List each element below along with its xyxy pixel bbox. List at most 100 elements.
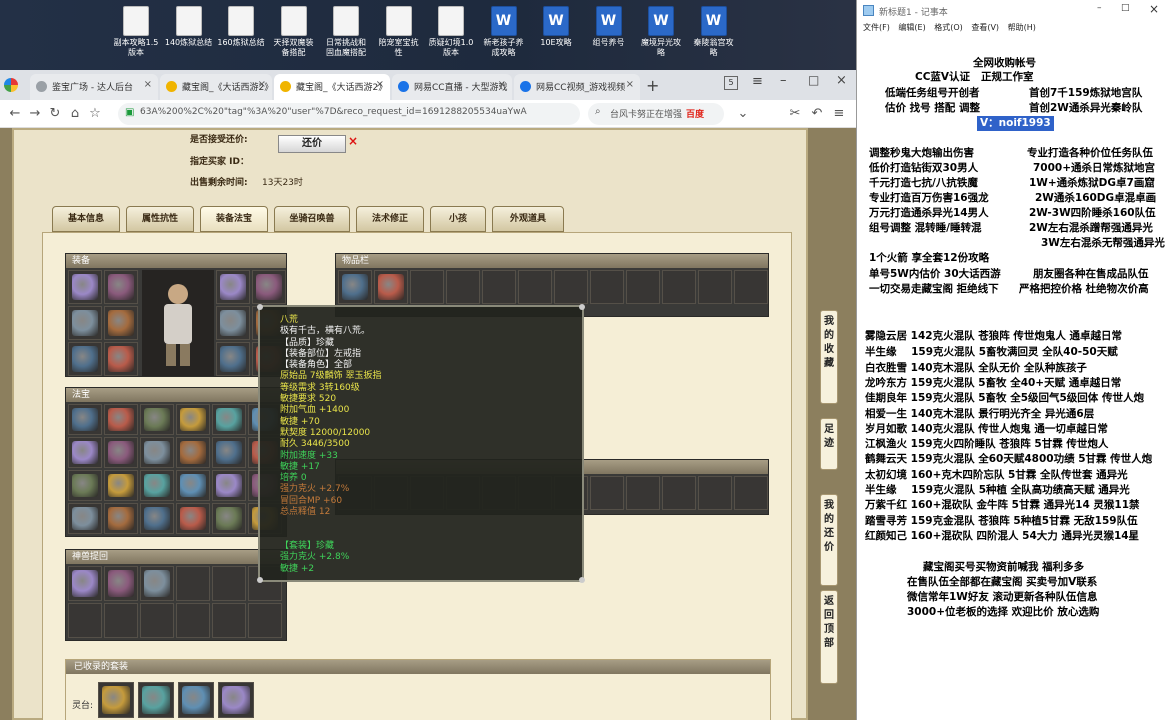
inventory-slot[interactable] [374,270,408,304]
storage-slot[interactable] [734,476,768,510]
notepad-menu-item[interactable]: 查看(V) [971,23,1007,32]
inventory-slot[interactable] [590,270,624,304]
artifact-slot[interactable] [248,603,282,638]
desktop-icon[interactable]: W 魔境异光攻略 [633,6,689,58]
storage-slot[interactable] [626,476,660,510]
tab-count-badge[interactable]: 5 [724,76,738,90]
back-icon[interactable]: ← [6,105,24,123]
magic-slot[interactable] [212,470,246,501]
star-icon[interactable]: ☆ [86,105,104,123]
close-icon[interactable]: × [498,79,506,90]
footprint-button[interactable]: 足迹 [820,418,838,470]
equipment-slot[interactable] [216,270,250,304]
artifact-slot[interactable] [176,603,210,638]
desktop-icon[interactable]: W 新老孩子养 成攻略 [476,6,532,58]
desktop-icon[interactable]: 天择双魔装 备搭配 [266,6,322,58]
notepad-text-area[interactable]: 全网收购帐号 CC蓝V认证 正规工作室 低端任务组号开创者 首创7千159炼狱地宫队估… [857,36,1174,720]
tab-equipment[interactable]: 装备法宝 [200,206,268,232]
equipment-slot[interactable] [68,342,102,376]
inventory-slot[interactable] [410,270,444,304]
tab-5[interactable]: 网易CC视频_游戏视频 × [514,74,640,100]
return-offer-button[interactable]: 还价 [278,135,346,153]
tab-attributes[interactable]: 属性抗性 [126,206,194,232]
desktop-icon[interactable]: W 秦陵翁宫攻略 [686,6,742,58]
inventory-slot[interactable] [554,270,588,304]
home-icon[interactable]: ⌂ [66,105,84,123]
browser-logo-icon[interactable] [4,78,18,92]
tab-appearance[interactable]: 外观道具 [492,206,564,232]
inventory-slot[interactable] [662,270,696,304]
magic-slot[interactable] [104,404,138,435]
set-slot[interactable] [218,682,254,718]
tab-2[interactable]: 藏宝阁_《大话西游2》 × [160,74,272,100]
artifact-slot[interactable] [68,566,102,601]
close-icon[interactable]: × [376,79,384,90]
artifact-slot[interactable] [68,603,102,638]
storage-slot[interactable] [590,476,624,510]
desktop-icon[interactable]: W 10E攻略 [528,6,584,48]
artifact-slot[interactable] [212,603,246,638]
magic-slot[interactable] [104,470,138,501]
magic-slot[interactable] [212,404,246,435]
equipment-slot[interactable] [252,270,286,304]
inventory-slot[interactable] [626,270,660,304]
tab-mounts[interactable]: 坐骑召唤兽 [274,206,350,232]
magic-slot[interactable] [140,470,174,501]
tab-child[interactable]: 小孩 [430,206,486,232]
set-slot[interactable] [138,682,174,718]
undo-icon[interactable]: ↶ [808,105,826,123]
magic-slot[interactable] [176,503,210,534]
desktop-icon[interactable]: 140炼狱总结 [161,6,217,48]
notepad-menu-item[interactable]: 帮助(H) [1008,23,1036,32]
tab-spells[interactable]: 法术修正 [356,206,424,232]
artifact-slot[interactable] [104,566,138,601]
equipment-slot[interactable] [216,306,250,340]
close-icon[interactable]: × [626,79,634,90]
tab-basic-info[interactable]: 基本信息 [52,206,120,232]
magic-slot[interactable] [68,470,102,501]
url-input[interactable]: ▣ 63A%200%2C%20"tag"%3A%20"user"%7D&reco_… [118,103,580,125]
search-input[interactable]: ⌕ 台风卡努正在增强 百度 [588,103,724,125]
artifact-slot[interactable] [140,603,174,638]
equipment-slot[interactable] [104,270,138,304]
scissors-icon[interactable]: ✂ [786,105,804,123]
back-to-top-button[interactable]: 返回顶部 [820,590,838,684]
magic-slot[interactable] [176,470,210,501]
magic-slot[interactable] [104,437,138,468]
desktop-icon[interactable]: 副本攻略1.5 版本 [108,6,164,58]
close-window-button[interactable]: × [1149,2,1159,16]
minimize-button[interactable]: – [1097,3,1102,13]
reload-icon[interactable]: ↻ [46,105,64,123]
dropdown-icon[interactable]: ⌄ [734,105,752,123]
equipment-slot[interactable] [216,342,250,376]
storage-slot[interactable] [698,476,732,510]
artifact-slot[interactable] [176,566,210,601]
equipment-slot[interactable] [68,270,102,304]
maximize-button[interactable]: □ [1121,3,1130,13]
inventory-slot[interactable] [446,270,480,304]
more-icon[interactable]: ≡ [830,105,848,123]
magic-slot[interactable] [68,404,102,435]
close-window-button[interactable]: × [836,73,847,88]
set-slot[interactable] [178,682,214,718]
my-offers-button[interactable]: 我的还价 [820,494,838,586]
forward-icon[interactable]: → [26,105,44,123]
desktop-icon[interactable]: 陪宠室宝抗性 [371,6,427,58]
magic-slot[interactable] [212,437,246,468]
close-red-icon[interactable]: × [348,134,358,148]
equipment-slot[interactable] [104,306,138,340]
desktop-icon[interactable]: 日常挑战和 固血魔搭配 [318,6,374,58]
set-slot[interactable] [98,682,134,718]
desktop-icon[interactable]: W 组号养号 [581,6,637,48]
tab-3[interactable]: 藏宝阁_《大话西游2》 × [274,74,390,100]
inventory-slot[interactable] [518,270,552,304]
magic-slot[interactable] [176,404,210,435]
inventory-slot[interactable] [482,270,516,304]
menu-icon[interactable]: ≡ [752,74,763,89]
equipment-slot[interactable] [68,306,102,340]
inventory-slot[interactable] [338,270,372,304]
magic-slot[interactable] [68,503,102,534]
tab-4[interactable]: 网易CC直播 - 大型游戏 × [392,74,512,100]
desktop-icon[interactable]: 160炼狱总结 [213,6,269,48]
artifact-slot[interactable] [212,566,246,601]
